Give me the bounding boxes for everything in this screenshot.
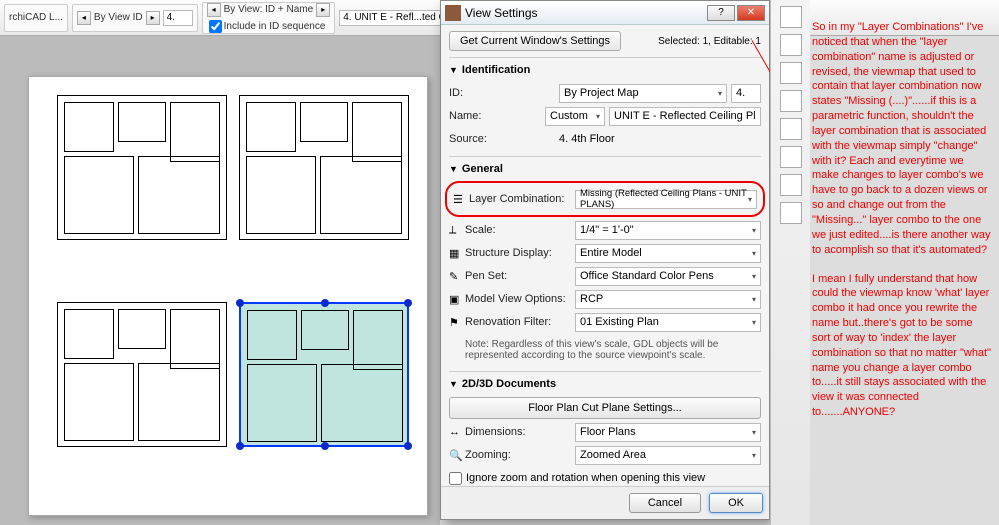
panel-icon[interactable] xyxy=(780,34,802,56)
id-combo[interactable]: By Project Map▾ xyxy=(559,84,727,103)
drawing-canvas[interactable] xyxy=(0,36,440,525)
view-id-input[interactable] xyxy=(163,10,193,26)
panel-icon[interactable] xyxy=(780,6,802,28)
panel-icon[interactable] xyxy=(780,202,802,224)
next-icon[interactable]: ▸ xyxy=(146,11,160,25)
floorplan-3 xyxy=(57,302,227,447)
dialog-titlebar[interactable]: View Settings ? ✕ xyxy=(441,1,769,25)
user-annotation: So in my "Layer Combinations" I've notic… xyxy=(812,20,992,434)
right-panel-strip xyxy=(770,0,810,525)
zoom-combo[interactable]: Zoomed Area▾ xyxy=(575,446,761,465)
dialog-title: View Settings xyxy=(465,6,707,20)
id-value-input[interactable] xyxy=(731,84,761,103)
panel-icon[interactable] xyxy=(780,118,802,140)
source-value: 4. 4th Floor xyxy=(559,133,615,145)
scale-combo[interactable]: 1/4" = 1'-0"▾ xyxy=(575,221,761,240)
layers-icon: ☰ xyxy=(453,193,465,205)
prev2-icon[interactable]: ◂ xyxy=(207,3,221,17)
drawing-page xyxy=(28,76,428,516)
panel-icon[interactable] xyxy=(780,146,802,168)
zoom-icon: 🔍 xyxy=(449,449,461,461)
selection-info: Selected: 1, Editable: 1 xyxy=(658,36,761,47)
name-value-input[interactable] xyxy=(609,107,761,126)
structure-combo[interactable]: Entire Model▾ xyxy=(575,244,761,263)
floorplan-4-selected[interactable] xyxy=(239,302,409,447)
next2-icon[interactable]: ▸ xyxy=(316,3,330,17)
pen-icon: ✎ xyxy=(449,270,461,282)
ignore-zoom-checkbox[interactable] xyxy=(449,472,462,485)
prev-icon[interactable]: ◂ xyxy=(77,11,91,25)
ok-button[interactable]: OK xyxy=(709,493,763,513)
section-general[interactable]: ▼General xyxy=(449,161,761,179)
view-settings-dialog: View Settings ? ✕ Get Current Window's S… xyxy=(440,0,770,520)
section-identification[interactable]: ▼Identification xyxy=(449,62,761,80)
include-id-group: ◂ By View: ID + Name ▸ Include in ID seq… xyxy=(202,2,336,34)
reno-icon: ⚑ xyxy=(449,316,461,328)
byview-id-group: ◂ By View ID ▸ xyxy=(72,4,198,32)
floorplan-2 xyxy=(239,95,409,240)
dialog-icon xyxy=(445,5,461,21)
penset-combo[interactable]: Office Standard Color Pens▾ xyxy=(575,267,761,286)
layer-combo[interactable]: Missing (Reflected Ceiling Plans - UNIT … xyxy=(575,190,757,209)
dimensions-combo[interactable]: Floor Plans▾ xyxy=(575,423,761,442)
dimension-icon: ↔ xyxy=(449,426,461,438)
close-icon[interactable]: ✕ xyxy=(737,5,765,21)
panel-icon[interactable] xyxy=(780,174,802,196)
panel-icon[interactable] xyxy=(780,90,802,112)
floorplan-1 xyxy=(57,95,227,240)
cancel-button[interactable]: Cancel xyxy=(629,493,701,513)
cutplane-button[interactable]: Floor Plan Cut Plane Settings... xyxy=(449,397,761,419)
reno-combo[interactable]: 01 Existing Plan▾ xyxy=(575,313,761,332)
structure-icon: ▦ xyxy=(449,247,461,259)
section-2d3d[interactable]: ▼2D/3D Documents xyxy=(449,376,761,394)
scale-note: Note: Regardless of this view's scale, G… xyxy=(449,335,761,367)
help-icon[interactable]: ? xyxy=(707,5,735,21)
scale-icon: ⟂ xyxy=(449,224,461,236)
mvo-combo[interactable]: RCP▾ xyxy=(575,290,761,309)
get-current-button[interactable]: Get Current Window's Settings xyxy=(449,31,621,51)
include-id-checkbox[interactable] xyxy=(209,20,222,33)
mvo-icon: ▣ xyxy=(449,293,461,305)
panel-icon[interactable] xyxy=(780,62,802,84)
name-combo[interactable]: Custom▾ xyxy=(545,107,605,126)
app-tab[interactable]: rchiCAD L... xyxy=(4,4,68,32)
